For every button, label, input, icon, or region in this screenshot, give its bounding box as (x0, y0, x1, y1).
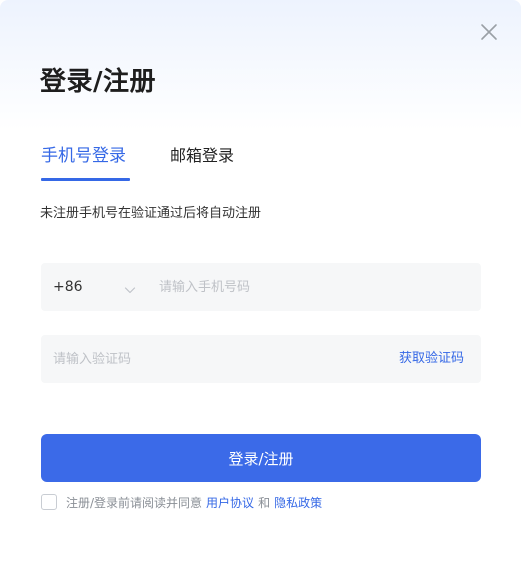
auto-register-hint: 未注册手机号在验证通过后将自动注册 (40, 206, 262, 221)
verification-code-input[interactable] (53, 335, 373, 383)
phone-field: +86 (41, 263, 481, 311)
verification-code-field: 获取验证码 (41, 335, 481, 383)
get-code-button[interactable]: 获取验证码 (399, 349, 464, 369)
user-agreement-link[interactable]: 用户协议 (206, 494, 254, 511)
phone-number-input[interactable] (159, 263, 459, 311)
login-dialog: 登录/注册 手机号登录 邮箱登录 未注册手机号在验证通过后将自动注册 +86 获… (0, 0, 521, 572)
country-code-select[interactable]: +86 (41, 263, 145, 311)
privacy-policy-link[interactable]: 隐私政策 (274, 494, 322, 511)
country-code-value: +86 (53, 279, 83, 295)
tab-email-login[interactable]: 邮箱登录 (170, 143, 234, 169)
login-register-button[interactable]: 登录/注册 (41, 434, 481, 482)
agreement-prefix: 注册/登录前请阅读并同意 (66, 495, 203, 510)
close-icon[interactable] (479, 22, 499, 42)
tab-phone-login[interactable]: 手机号登录 (41, 143, 126, 169)
dialog-title: 登录/注册 (40, 67, 156, 97)
agreement-checkbox[interactable] (41, 494, 57, 510)
agreement-row: 注册/登录前请阅读并同意 用户协议 和 隐私政策 (41, 492, 322, 512)
agreement-and-text: 和 (258, 495, 271, 510)
active-tab-indicator (41, 178, 130, 181)
chevron-down-icon (124, 281, 136, 294)
